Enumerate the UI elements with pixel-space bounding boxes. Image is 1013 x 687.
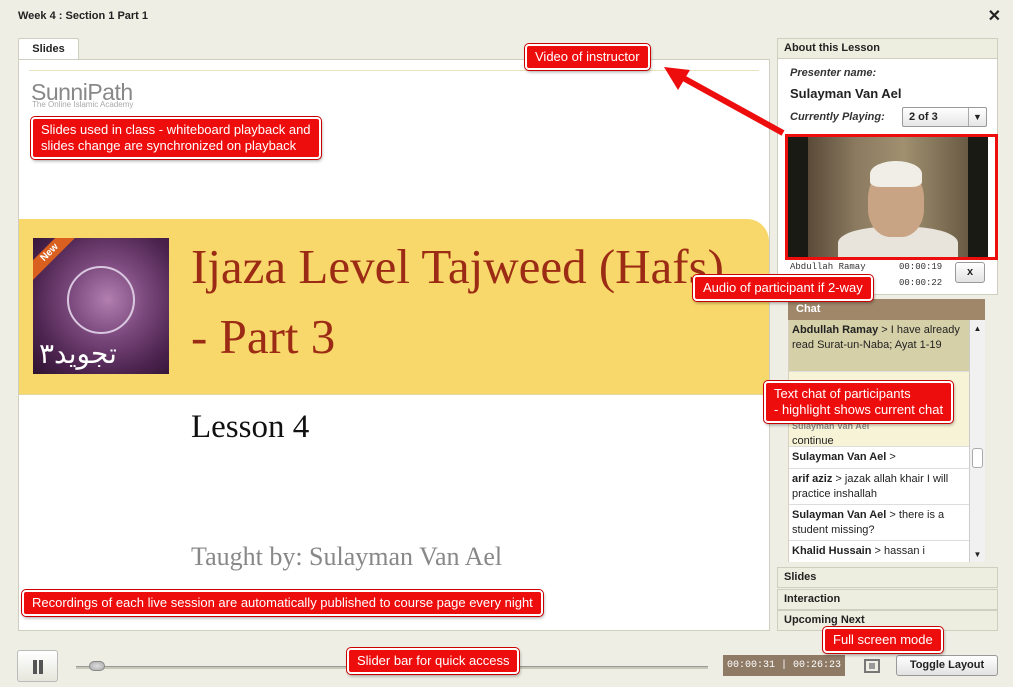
- chevron-down-icon[interactable]: ▼: [968, 108, 986, 126]
- chat-header: Chat: [788, 299, 985, 320]
- chat-user: arif aziz: [792, 473, 833, 485]
- presenter-label: Presenter name:: [790, 67, 877, 79]
- participant-name: Abdullah Ramay: [790, 262, 866, 272]
- presenter-name: Sulayman Van Ael: [790, 86, 902, 101]
- scroll-up-icon[interactable]: ▲: [970, 322, 985, 336]
- slide-title: Ijaza Level Tajweed (Hafs) - Part 3: [191, 239, 724, 364]
- currently-playing-value: 2 of 3: [909, 111, 938, 123]
- playback-time: 00:00:31 | 00:26:23: [723, 655, 845, 676]
- chat-text: > hassan i: [874, 545, 925, 557]
- scroll-down-icon[interactable]: ▼: [970, 548, 985, 562]
- annotation-fullscreen: Full screen mode: [823, 627, 943, 653]
- chat-list[interactable]: Abdullah Ramay > I have already read Sur…: [788, 320, 969, 562]
- annotation-video: Video of instructor: [525, 44, 650, 70]
- about-lesson-header[interactable]: About this Lesson: [777, 38, 998, 59]
- chat-user: Abdullah Ramay: [792, 324, 879, 336]
- fullscreen-button[interactable]: [859, 655, 885, 677]
- annotation-slides-line1: Slides used in class - whiteboard playba…: [41, 122, 311, 137]
- annotation-chat-line1: Text chat of participants: [774, 386, 911, 401]
- section-interaction[interactable]: Interaction: [777, 589, 998, 610]
- logo-tagline: The Online Islamic Academy: [32, 100, 134, 109]
- ornament-icon: [67, 266, 135, 334]
- chat-text: continue: [792, 435, 834, 447]
- pause-button[interactable]: [17, 650, 58, 682]
- slide-divider: [29, 70, 759, 71]
- slide-lesson: Lesson 4: [191, 409, 310, 445]
- participant-time: 00:00:19: [899, 262, 943, 272]
- new-badge: New: [33, 238, 80, 283]
- currently-playing-label: Currently Playing:: [790, 111, 885, 123]
- window-title: Week 4 : Section 1 Part 1: [18, 10, 149, 22]
- tab-slides[interactable]: Slides: [18, 38, 79, 60]
- chat-scrollbar[interactable]: ▲ ▼: [969, 320, 985, 562]
- chat-user: Sulayman Van Ael: [792, 451, 887, 463]
- section-slides[interactable]: Slides: [777, 567, 998, 588]
- chat-text: >: [889, 451, 896, 463]
- annotation-slider: Slider bar for quick access: [347, 648, 520, 674]
- fullscreen-icon: [864, 659, 880, 673]
- chat-user: Sulayman Van Ael: [792, 509, 887, 521]
- book-cover-image: New تجويد٣: [33, 238, 169, 374]
- pause-icon: [31, 660, 45, 674]
- scroll-thumb[interactable]: [972, 448, 983, 468]
- slider-handle[interactable]: [88, 661, 105, 671]
- slide-taught-by: Taught by: Sulayman Van Ael: [191, 542, 503, 571]
- currently-playing-select[interactable]: 2 of 3 ▼: [902, 107, 987, 127]
- chat-message: arif aziz > jazak allah khair I will pra…: [789, 469, 969, 505]
- toggle-layout-button[interactable]: Toggle Layout: [896, 655, 998, 676]
- video-highlight-box: [785, 134, 998, 260]
- book-arabic-title: تجويد٣: [39, 337, 117, 370]
- close-icon[interactable]: ✕: [988, 6, 1001, 26]
- annotation-chat-line2: - highlight shows current chat: [774, 402, 944, 417]
- chat-message: Abdullah Ramay > I have already read Sur…: [789, 320, 969, 372]
- chat-message: Sulayman Van Ael > there is a student mi…: [789, 505, 969, 541]
- chat-message: Sulayman Van Ael >: [789, 447, 969, 469]
- annotation-audio: Audio of participant if 2-way: [693, 275, 873, 301]
- participant-time: 00:00:22: [899, 278, 943, 288]
- annotation-slides: Slides used in class - whiteboard playba…: [31, 117, 321, 159]
- annotation-slides-line2: slides change are synchronized on playba…: [41, 138, 297, 153]
- remove-participant-button[interactable]: x: [955, 262, 985, 283]
- chat-message: Khalid Hussain > hassan i: [789, 541, 969, 562]
- annotation-chat: Text chat of participants - highlight sh…: [764, 381, 954, 423]
- chat-user: Khalid Hussain: [792, 545, 872, 557]
- banner-divider: [19, 394, 769, 395]
- annotation-recordings: Recordings of each live session are auto…: [22, 590, 543, 616]
